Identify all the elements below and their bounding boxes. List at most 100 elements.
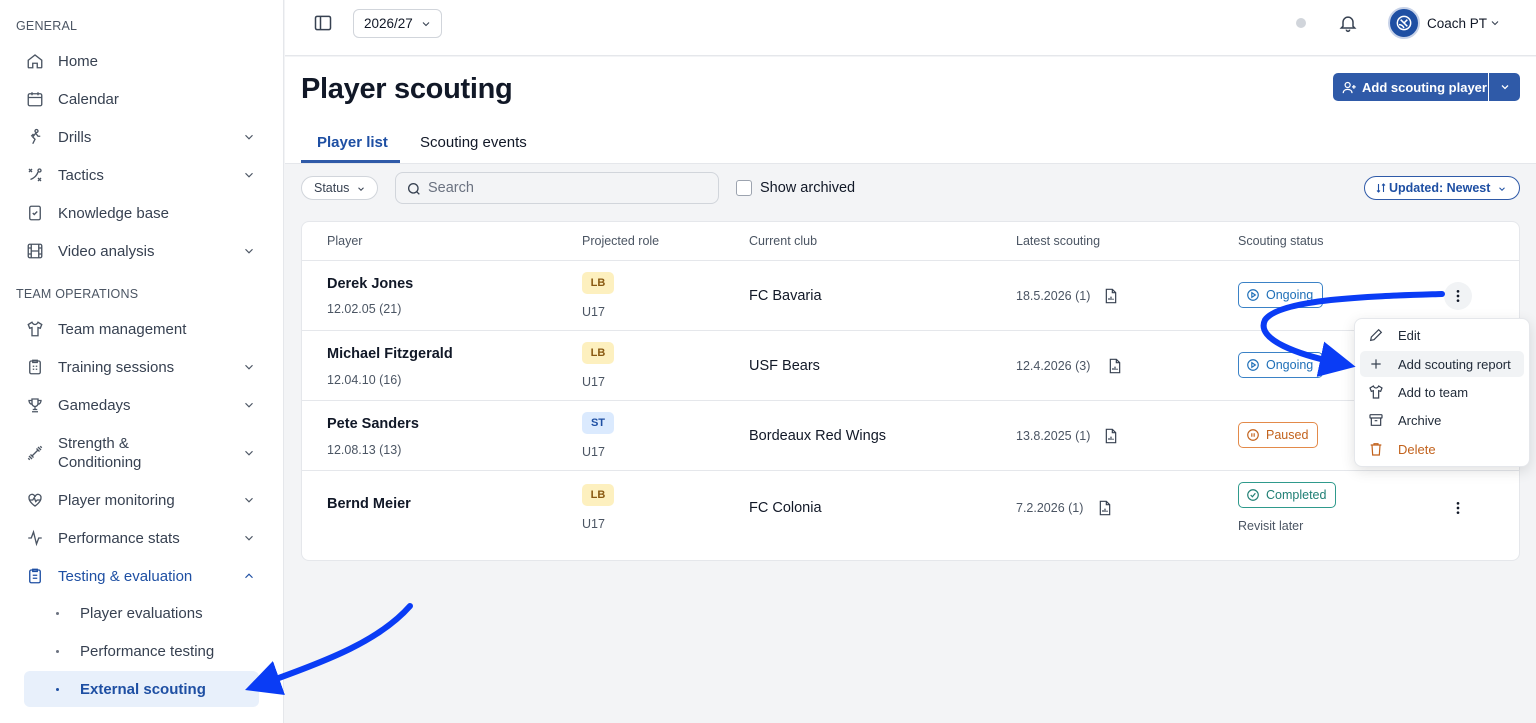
section-title-team-operations: TEAM OPERATIONS [16,287,139,301]
sidebar-subitem-performance-testing[interactable]: Performance testing [24,633,259,669]
player-name[interactable]: Bernd Meier [327,496,411,512]
player-dob: 12.08.13 (13) [327,443,402,457]
sidebar-item-strength-conditioning[interactable]: Strength & Conditioning [24,431,260,475]
dumbbell-icon [26,444,44,462]
menu-item-label: Delete [1398,441,1436,457]
play-circle-icon [1247,289,1259,301]
sidebar-subitem-label: Performance testing [80,642,215,660]
clipboard-icon [26,358,44,376]
check-circle-icon [1247,489,1259,501]
sidebar-item-gamedays[interactable]: Gamedays [24,388,260,422]
status-label: Ongoing [1266,358,1314,372]
menu-item-label: Add scouting report [1398,356,1511,372]
activity-icon [26,529,44,547]
bullet-dot [56,688,59,691]
chevron-down-icon [245,402,253,408]
add-scouting-player-button[interactable]: Add scouting player [1333,73,1488,101]
report-document-icon[interactable] [1098,500,1112,516]
sidebar-item-video-analysis[interactable]: Video analysis [24,234,260,268]
sidebar-subitem-player-evaluations[interactable]: Player evaluations [24,595,259,631]
current-club: Bordeaux Red Wings [749,428,887,444]
shirt-icon [26,320,44,338]
sidebar-item-drills[interactable]: Drills [24,120,260,154]
role-badge: ST [582,412,614,434]
menu-item-label: Add to team [1398,384,1469,400]
player-name[interactable]: Derek Jones [327,276,413,292]
sidebar-item-label: Training sessions [58,358,175,376]
play-circle-icon [1247,359,1259,371]
chevron-down-icon [245,364,253,370]
menu-item-label: Edit [1398,327,1421,343]
latest-scouting-date: 7.2.2026 (1) [1016,501,1084,515]
sidebar-item-label: Gamedays [58,396,131,414]
bell-icon[interactable] [1338,13,1358,33]
sidebar-subitem-external-scouting[interactable]: External scouting [24,671,259,707]
menu-item-archive[interactable]: Archive [1360,407,1524,433]
player-dob: 12.02.05 (21) [327,302,402,316]
latest-scouting-date: 18.5.2026 (1) [1016,289,1091,303]
archive-icon [1369,414,1383,426]
player-name[interactable]: Michael Fitzgerald [327,346,453,362]
row-actions-button[interactable] [1444,282,1472,310]
chevron-down-icon [358,187,364,191]
row-actions-button[interactable] [1444,494,1472,522]
more-vertical-icon [1456,290,1460,302]
status-filter-button[interactable]: Status [301,176,378,200]
trash-icon [1370,443,1382,456]
sort-button[interactable]: Updated: Newest [1364,176,1520,200]
row-divider [302,470,1519,471]
player-dob: 12.04.10 (16) [327,373,402,387]
chevron-down-icon [245,450,253,456]
user-name[interactable]: Coach PT [1427,16,1487,31]
row-divider [302,330,1519,331]
report-document-icon[interactable] [1104,288,1118,304]
show-archived-label[interactable]: Show archived [760,180,855,196]
role-badge: LB [582,342,614,364]
sidebar-item-label: Player monitoring [58,491,175,509]
tab-player-list[interactable]: Player list [317,134,388,151]
latest-scouting-date: 13.8.2025 (1) [1016,429,1091,443]
sidebar-item-home[interactable]: Home [24,44,260,78]
sidebar-item-performance-stats[interactable]: Performance stats [24,521,260,555]
menu-item-delete[interactable]: Delete [1360,436,1524,462]
sidebar-item-calendar[interactable]: Calendar [24,82,260,116]
chevron-down-icon [245,248,253,254]
sort-label: Updated: Newest [1389,181,1491,195]
season-selector[interactable]: 2026/27 [353,9,442,38]
menu-item-edit[interactable]: Edit [1360,322,1524,348]
calendar-icon [26,90,44,108]
chevron-down-icon[interactable] [1489,17,1501,29]
sidebar-item-knowledge-base[interactable]: Knowledge base [24,196,260,230]
column-header-player: Player [327,234,363,248]
role-team: U17 [582,445,605,459]
menu-item-add-scouting-report[interactable]: Add scouting report [1360,351,1524,377]
sidebar-item-training-sessions[interactable]: Training sessions [24,350,260,384]
role-team: U17 [582,375,605,389]
sidebar-item-team-management[interactable]: Team management [24,312,260,346]
search-input[interactable] [428,178,708,198]
avatar[interactable] [1388,7,1420,39]
pause-circle-icon [1247,429,1259,441]
running-icon [26,128,44,146]
player-name[interactable]: Pete Sanders [327,416,419,432]
sidebar-subitem-label: External scouting [80,680,206,698]
chevron-down-icon [1499,187,1505,191]
sidebar-toggle-icon[interactable] [313,13,333,33]
menu-item-add-to-team[interactable]: Add to team [1360,379,1524,405]
tab-scouting-events[interactable]: Scouting events [420,134,527,151]
report-document-icon[interactable] [1108,358,1122,374]
sidebar-item-label: Calendar [58,90,119,108]
search-box [395,172,719,204]
sidebar-item-tactics[interactable]: Tactics [24,158,260,192]
sidebar-item-testing-evaluation[interactable]: Testing & evaluation [24,559,260,593]
menu-item-label: Archive [1398,412,1442,428]
add-options-dropdown-button[interactable] [1489,73,1520,101]
sidebar-item-player-monitoring[interactable]: Player monitoring [24,483,260,517]
player-table [301,221,1520,561]
show-archived-checkbox[interactable] [736,180,752,196]
report-document-icon[interactable] [1104,428,1118,444]
film-icon [26,242,44,260]
season-value: 2026/27 [364,16,413,31]
status-badge: Completed [1238,482,1337,508]
shirt-icon [1369,385,1383,399]
